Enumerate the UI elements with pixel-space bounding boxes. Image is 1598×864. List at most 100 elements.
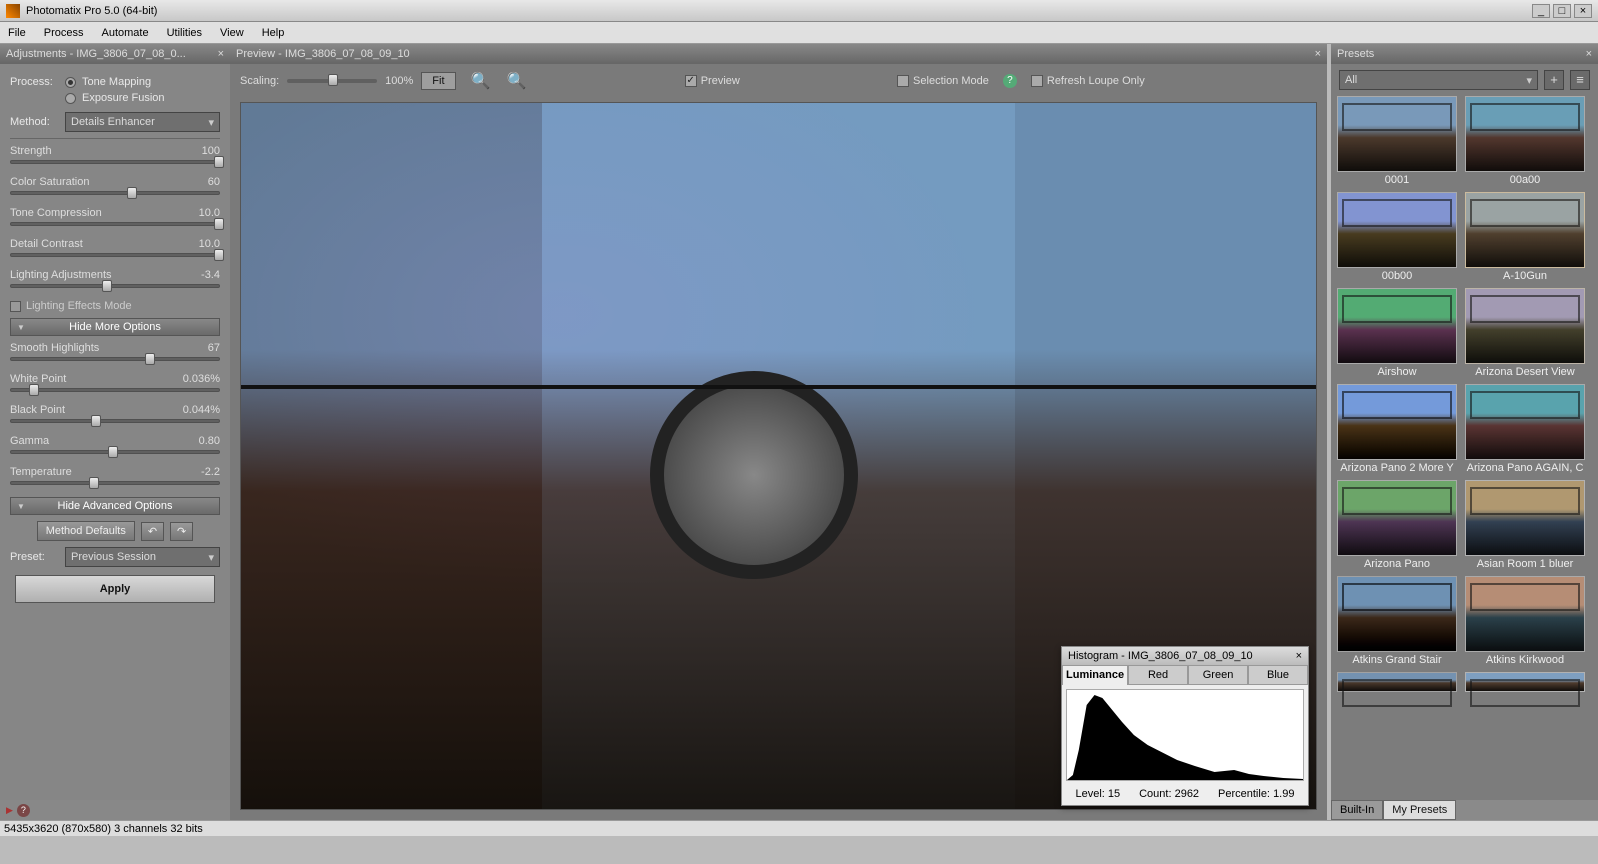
slider-tone-compression[interactable] bbox=[10, 222, 220, 226]
slider-value: 0.80 bbox=[199, 435, 220, 447]
slider-color-saturation[interactable] bbox=[10, 191, 220, 195]
slider-label: White Point bbox=[10, 373, 66, 385]
menubar: File Process Automate Utilities View Hel… bbox=[0, 22, 1598, 44]
redo-button[interactable]: ↷ bbox=[170, 522, 193, 541]
histogram-panel: Histogram - IMG_3806_07_08_09_10 × Lumina… bbox=[1061, 646, 1309, 806]
preset-thumbnail[interactable] bbox=[1337, 576, 1457, 652]
slider-temperature[interactable] bbox=[10, 481, 220, 485]
histogram-tab-luminance[interactable]: Luminance bbox=[1062, 665, 1128, 685]
selection-help-icon[interactable]: ? bbox=[1003, 74, 1017, 88]
presets-close-icon[interactable]: × bbox=[1586, 48, 1592, 60]
fit-button[interactable]: Fit bbox=[421, 72, 455, 90]
preset-thumbnail[interactable] bbox=[1337, 192, 1457, 268]
preset-thumbnail[interactable] bbox=[1465, 576, 1585, 652]
histogram-chart bbox=[1066, 689, 1304, 781]
slider-white-point[interactable] bbox=[10, 388, 220, 392]
slider-smooth-highlights[interactable] bbox=[10, 357, 220, 361]
slider-label: Detail Contrast bbox=[10, 238, 83, 250]
preset-menu-icon[interactable]: ≡ bbox=[1570, 70, 1590, 90]
window-title: Photomatix Pro 5.0 (64-bit) bbox=[26, 5, 157, 17]
apply-button[interactable]: Apply bbox=[15, 575, 215, 603]
preset-thumbnail[interactable] bbox=[1465, 288, 1585, 364]
undo-button[interactable]: ↶ bbox=[141, 522, 164, 541]
preset-label: Arizona Pano AGAIN, C bbox=[1465, 462, 1585, 474]
method-defaults-button[interactable]: Method Defaults bbox=[37, 521, 135, 541]
adjustments-close-icon[interactable]: × bbox=[218, 48, 224, 60]
scaling-label: Scaling: bbox=[240, 75, 279, 87]
slider-label: Black Point bbox=[10, 404, 65, 416]
maximize-button[interactable]: □ bbox=[1553, 4, 1571, 18]
preset-select[interactable]: Previous Session bbox=[65, 547, 220, 567]
radio-exposure-fusion[interactable] bbox=[65, 93, 76, 104]
close-button[interactable]: × bbox=[1574, 4, 1592, 18]
histogram-title: Histogram - IMG_3806_07_08_09_10 bbox=[1068, 650, 1253, 662]
presets-grid: 000100a0000b00A-10GunAirshowArizona Dese… bbox=[1331, 96, 1598, 800]
hide-more-options[interactable]: Hide More Options bbox=[10, 318, 220, 336]
preset-label: Atkins Grand Stair bbox=[1337, 654, 1457, 666]
preview-close-icon[interactable]: × bbox=[1315, 48, 1321, 60]
selection-mode-label: Selection Mode bbox=[913, 75, 989, 87]
preview-panel: Preview - IMG_3806_07_08_09_10 × Scaling… bbox=[230, 44, 1327, 820]
hide-advanced-options[interactable]: Hide Advanced Options bbox=[10, 497, 220, 515]
histogram-tab-green[interactable]: Green bbox=[1188, 665, 1248, 685]
preset-label: Airshow bbox=[1337, 366, 1457, 378]
histogram-tab-red[interactable]: Red bbox=[1128, 665, 1188, 685]
zoom-out-icon[interactable]: 🔍 bbox=[470, 70, 492, 92]
add-preset-icon[interactable]: + bbox=[1544, 70, 1564, 90]
left-footer: ▶ ? bbox=[0, 800, 230, 820]
presets-filter-select[interactable]: All bbox=[1339, 70, 1538, 90]
menu-automate[interactable]: Automate bbox=[101, 27, 148, 39]
expand-icon[interactable]: ▶ bbox=[6, 805, 13, 816]
preset-label: Arizona Desert View bbox=[1465, 366, 1585, 378]
preset-thumbnail[interactable] bbox=[1337, 480, 1457, 556]
menu-help[interactable]: Help bbox=[262, 27, 285, 39]
slider-label: Tone Compression bbox=[10, 207, 102, 219]
scaling-slider[interactable] bbox=[287, 79, 377, 83]
zoom-in-icon[interactable]: 🔍 bbox=[506, 70, 528, 92]
slider-value: -2.2 bbox=[201, 466, 220, 478]
preset-thumbnail[interactable] bbox=[1337, 672, 1457, 692]
preview-checkbox[interactable] bbox=[685, 75, 697, 87]
slider-gamma[interactable] bbox=[10, 450, 220, 454]
preset-thumbnail[interactable] bbox=[1465, 480, 1585, 556]
slider-label: Smooth Highlights bbox=[10, 342, 99, 354]
presets-tab-builtin[interactable]: Built-In bbox=[1331, 800, 1383, 820]
menu-process[interactable]: Process bbox=[44, 27, 84, 39]
help-icon[interactable]: ? bbox=[17, 804, 30, 817]
menu-utilities[interactable]: Utilities bbox=[167, 27, 202, 39]
menu-file[interactable]: File bbox=[8, 27, 26, 39]
slider-black-point[interactable] bbox=[10, 419, 220, 423]
minimize-button[interactable]: _ bbox=[1532, 4, 1550, 18]
histogram-close-icon[interactable]: × bbox=[1296, 650, 1302, 662]
preset-thumbnail[interactable] bbox=[1337, 96, 1457, 172]
presets-title: Presets × bbox=[1331, 44, 1598, 64]
slider-lighting-adjustments[interactable] bbox=[10, 284, 220, 288]
preset-label: Arizona Pano bbox=[1337, 558, 1457, 570]
preset-label: Preset: bbox=[10, 551, 65, 563]
adjustments-title: Adjustments - IMG_3806_07_08_0... × bbox=[0, 44, 230, 64]
preset-label: Atkins Kirkwood bbox=[1465, 654, 1585, 666]
slider-strength[interactable] bbox=[10, 160, 220, 164]
refresh-loupe-checkbox[interactable] bbox=[1031, 75, 1043, 87]
process-exposure-fusion: Exposure Fusion bbox=[82, 92, 165, 104]
preset-label: 0001 bbox=[1337, 174, 1457, 186]
preset-label: A-10Gun bbox=[1465, 270, 1585, 282]
selection-mode-checkbox[interactable] bbox=[897, 75, 909, 87]
slider-detail-contrast[interactable] bbox=[10, 253, 220, 257]
preset-thumbnail[interactable] bbox=[1337, 288, 1457, 364]
preview-toolbar: Scaling: 100% Fit 🔍 🔍 Preview Selection … bbox=[230, 64, 1327, 98]
lighting-effects-checkbox[interactable] bbox=[10, 301, 21, 312]
menu-view[interactable]: View bbox=[220, 27, 244, 39]
slider-value: 60 bbox=[208, 176, 220, 188]
radio-tone-mapping[interactable] bbox=[65, 77, 76, 88]
preset-thumbnail[interactable] bbox=[1465, 384, 1585, 460]
histogram-tab-blue[interactable]: Blue bbox=[1248, 665, 1308, 685]
preset-thumbnail[interactable] bbox=[1337, 384, 1457, 460]
preset-thumbnail[interactable] bbox=[1465, 192, 1585, 268]
preview-checkbox-label: Preview bbox=[701, 75, 740, 87]
presets-tab-my[interactable]: My Presets bbox=[1383, 800, 1456, 820]
preset-thumbnail[interactable] bbox=[1465, 96, 1585, 172]
method-select[interactable]: Details Enhancer bbox=[65, 112, 220, 132]
slider-label: Gamma bbox=[10, 435, 49, 447]
preset-thumbnail[interactable] bbox=[1465, 672, 1585, 692]
